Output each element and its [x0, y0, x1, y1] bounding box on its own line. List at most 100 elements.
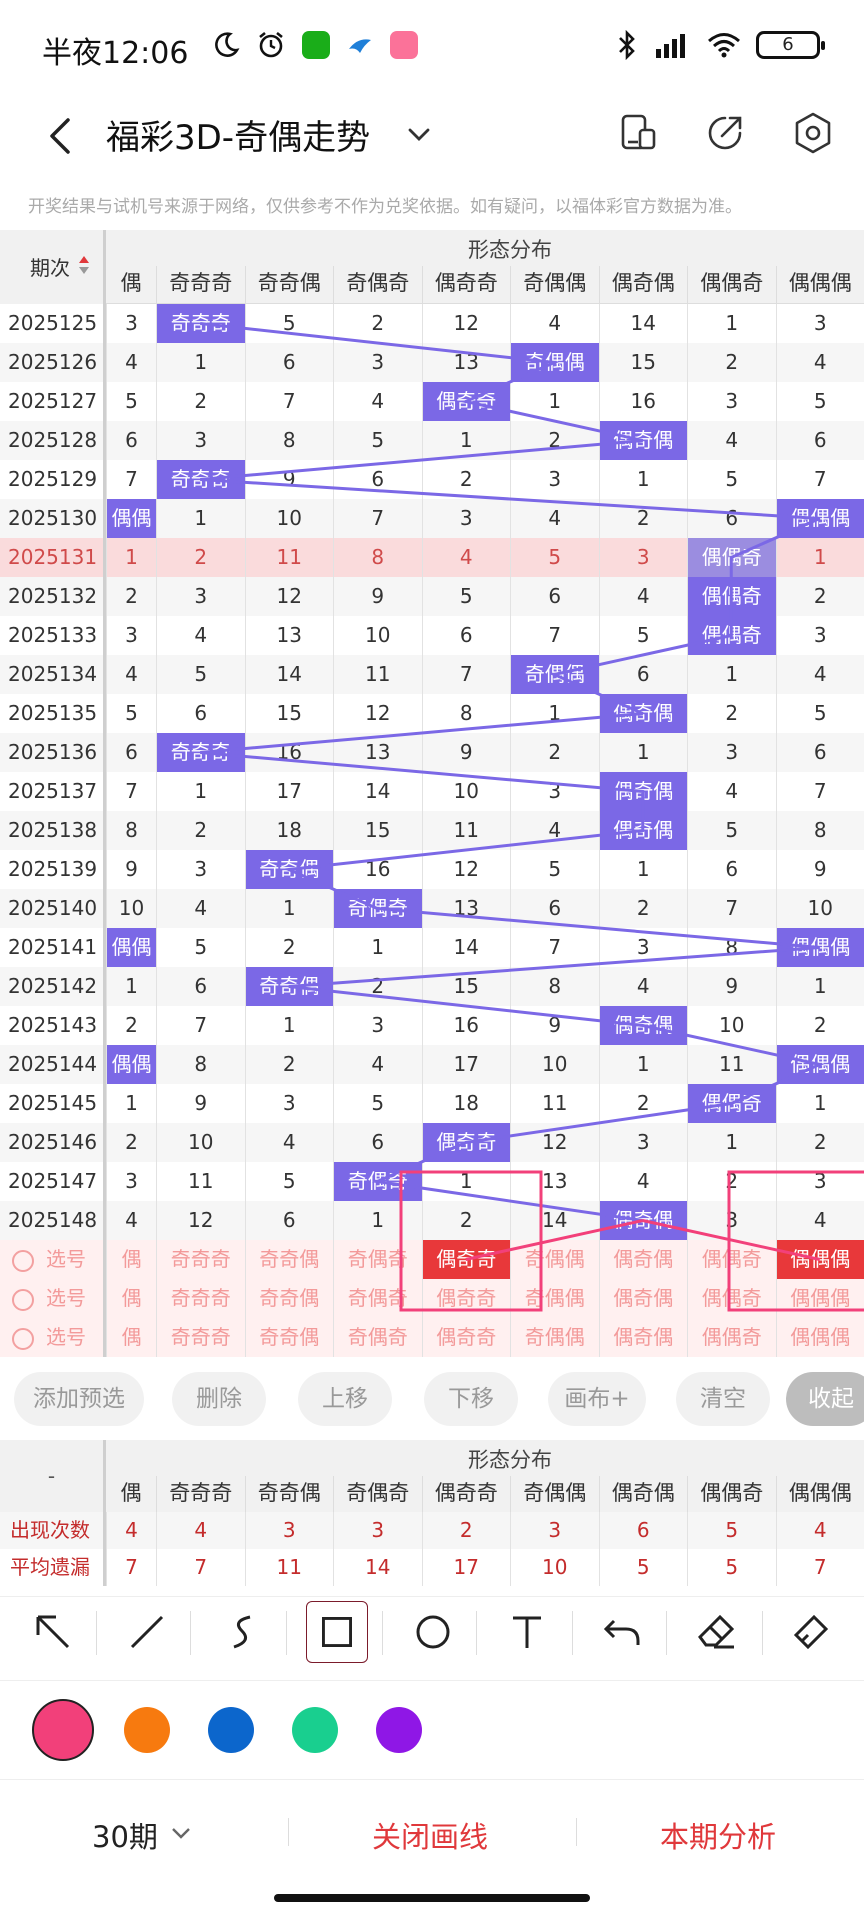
omit-cell: 5 [598, 616, 688, 655]
option-cell[interactable]: 奇偶奇 [333, 1279, 422, 1318]
moon-icon [215, 32, 240, 57]
sort-icon[interactable] [78, 254, 90, 276]
omit-cell: 4 [510, 811, 599, 850]
option-cell[interactable]: 偶偶奇 [687, 1240, 776, 1279]
option-cell[interactable]: 奇奇偶 [244, 1318, 333, 1357]
select-label[interactable]: 选号 [0, 1279, 106, 1318]
period-column-header[interactable]: 期次 [0, 230, 106, 304]
text-tool-icon[interactable] [496, 1601, 558, 1663]
column-header[interactable]: 偶偶奇 [687, 1476, 776, 1514]
option-cell[interactable]: 偶奇偶 [598, 1279, 687, 1318]
table-row: 2025132 2 3 12 9 5 6 4 偶偶奇 2 [0, 577, 864, 616]
column-header[interactable]: 奇奇偶 [244, 1476, 334, 1514]
period-number: 2025133 [0, 616, 106, 655]
add-preselect-button[interactable]: 添加预选 [14, 1372, 144, 1426]
rectangle-tool-icon[interactable] [306, 1601, 368, 1663]
period-number: 2025146 [0, 1123, 106, 1162]
back-icon[interactable] [36, 110, 88, 162]
undo-tool-icon[interactable] [592, 1601, 654, 1663]
omit-cell: 13 [333, 733, 422, 772]
select-row[interactable]: 选号偶奇奇奇 奇奇偶 奇偶奇 偶奇奇 奇偶偶 偶奇偶 偶偶奇 偶偶偶 [0, 1240, 864, 1279]
brush-tool-icon[interactable] [780, 1601, 842, 1663]
picked-cell[interactable]: 偶奇奇 [421, 1240, 510, 1279]
picked-cell[interactable]: 偶偶偶 [775, 1240, 864, 1279]
column-header[interactable]: 奇奇奇 [156, 1476, 245, 1514]
option-cell[interactable]: 偶偶偶 [775, 1318, 864, 1357]
omit-cell: 17 [421, 1045, 511, 1084]
column-header[interactable]: 偶奇偶 [598, 1476, 688, 1514]
option-cell[interactable]: 奇奇偶 [244, 1279, 333, 1318]
select-row[interactable]: 选号偶奇奇奇 奇奇偶 奇偶奇 偶奇奇 奇偶偶 偶奇偶 偶偶奇 偶偶偶 [0, 1279, 864, 1318]
column-header[interactable]: 偶奇奇 [421, 266, 511, 304]
header: 福彩3D-奇偶走势 [0, 96, 864, 196]
option-cell[interactable]: 奇偶偶 [510, 1279, 599, 1318]
omit-cell: 6 [156, 967, 245, 1006]
column-header[interactable]: 奇奇偶 [244, 266, 334, 304]
chevron-down-icon[interactable] [168, 1820, 194, 1846]
column-header[interactable]: 偶偶奇 [687, 266, 776, 304]
option-cell[interactable]: 偶偶奇 [687, 1318, 776, 1357]
omit-cell: 1 [333, 1201, 422, 1240]
select-row[interactable]: 选号偶奇奇奇 奇奇偶 奇偶奇 偶奇奇 奇偶偶 偶奇偶 偶偶奇 偶偶偶 [0, 1318, 864, 1357]
column-header[interactable]: 偶奇奇 [421, 1476, 511, 1514]
select-label[interactable]: 选号 [0, 1240, 106, 1279]
option-cell[interactable]: 偶奇奇 [421, 1318, 510, 1357]
layout-icon[interactable] [614, 108, 664, 158]
select-circle-icon[interactable] [12, 1288, 34, 1311]
home-indicator [274, 1894, 590, 1902]
color-orange-swatch[interactable] [124, 1707, 170, 1753]
column-header[interactable]: 奇偶偶 [510, 266, 599, 304]
partial-cell: 1 [106, 967, 156, 1006]
option-cell[interactable]: 偶奇奇 [421, 1279, 510, 1318]
select-label[interactable]: 选号 [0, 1318, 106, 1357]
color-green-swatch[interactable] [292, 1707, 338, 1753]
column-header[interactable]: 奇偶奇 [333, 1476, 422, 1514]
clear-button[interactable]: 清空 [676, 1372, 770, 1426]
collapse-button[interactable]: 收起 [786, 1372, 864, 1426]
chevron-down-icon[interactable] [402, 118, 436, 152]
close-lines-button[interactable]: 关闭画线 [372, 1814, 488, 1856]
curve-tool-icon[interactable] [212, 1601, 274, 1663]
option-cell[interactable]: 偶偶奇 [687, 1279, 776, 1318]
select-circle-icon[interactable] [12, 1327, 34, 1350]
trend-table[interactable]: 期次 形态分布 偶奇奇奇 奇奇偶 奇偶奇 偶奇奇 奇偶偶 偶奇偶 偶偶奇 偶偶偶 202512… [0, 230, 864, 1360]
line-tool-icon[interactable] [116, 1601, 178, 1663]
eraser-tool-icon[interactable] [686, 1601, 748, 1663]
period-number: 2025126 [0, 343, 106, 382]
circle-tool-icon[interactable] [402, 1601, 464, 1663]
option-cell[interactable]: 偶奇偶 [598, 1318, 687, 1357]
omit-cell: 6 [244, 343, 334, 382]
share-icon[interactable] [700, 108, 750, 158]
canvas-plus-button[interactable]: 画布+ [548, 1372, 646, 1426]
color-pink-swatch[interactable] [32, 1699, 94, 1761]
option-cell[interactable]: 奇奇偶 [244, 1240, 333, 1279]
option-cell[interactable]: 奇奇奇 [156, 1279, 245, 1318]
period-count-selector[interactable]: 30期 [92, 1814, 158, 1856]
column-header[interactable]: 偶偶偶 [775, 266, 864, 304]
arrow-tool-icon[interactable] [22, 1601, 84, 1663]
move-up-button[interactable]: 上移 [298, 1372, 392, 1426]
omit-cell: 2 [421, 1201, 511, 1240]
settings-icon[interactable] [788, 108, 838, 158]
column-header[interactable]: 奇偶奇 [333, 266, 422, 304]
omit-cell: 3 [156, 421, 245, 460]
option-cell[interactable]: 奇偶偶 [510, 1240, 599, 1279]
option-cell[interactable]: 偶偶偶 [775, 1279, 864, 1318]
page-title[interactable]: 福彩3D-奇偶走势 [106, 110, 370, 159]
option-cell[interactable]: 奇奇奇 [156, 1318, 245, 1357]
option-cell[interactable]: 偶奇偶 [598, 1240, 687, 1279]
color-purple-swatch[interactable] [376, 1707, 422, 1753]
color-blue-swatch[interactable] [208, 1707, 254, 1753]
option-cell[interactable]: 奇偶偶 [510, 1318, 599, 1357]
column-header[interactable]: 奇奇奇 [156, 266, 245, 304]
select-circle-icon[interactable] [12, 1249, 34, 1272]
column-header[interactable]: 奇偶偶 [510, 1476, 599, 1514]
move-down-button[interactable]: 下移 [424, 1372, 518, 1426]
column-header[interactable]: 偶奇偶 [598, 266, 688, 304]
column-header[interactable]: 偶偶偶 [775, 1476, 864, 1514]
delete-button[interactable]: 删除 [172, 1372, 266, 1426]
option-cell[interactable]: 奇偶奇 [333, 1318, 422, 1357]
option-cell[interactable]: 奇奇奇 [156, 1240, 245, 1279]
period-analysis-button[interactable]: 本期分析 [660, 1814, 776, 1856]
option-cell[interactable]: 奇偶奇 [333, 1240, 422, 1279]
